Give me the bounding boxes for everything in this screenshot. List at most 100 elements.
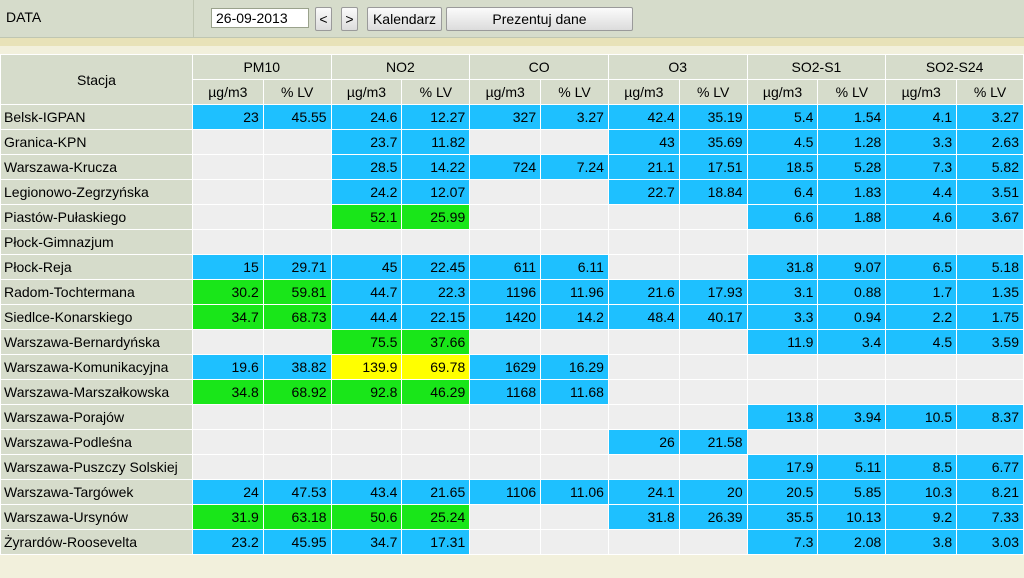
measurement-cell: 25.24 [401,504,471,530]
next-day-button[interactable]: > [341,7,358,31]
measurement-cell: 21.65 [401,479,471,505]
measurement-cell: 13.8 [746,404,819,430]
measurement-cell: 1196 [469,279,542,305]
measurement-cell [262,429,332,455]
pollutant-header: O3 [607,54,748,80]
measurement-cell: 6.6 [746,204,819,230]
measurement-cell: 3.4 [817,329,887,355]
measurement-cell: 7.3 [885,154,958,180]
measurement-cell: 5.11 [817,454,887,480]
previous-day-button[interactable]: < [315,7,332,31]
date-label: DATA [6,9,42,25]
measurement-cell: 45.95 [262,529,332,555]
measurement-cell: 43.4 [330,479,403,505]
measurement-cell: 37.66 [401,329,471,355]
measurement-cell: 68.92 [262,379,332,405]
measurement-cell: 18.84 [678,179,748,205]
calendar-button[interactable]: Kalendarz [367,7,442,31]
measurement-cell: 63.18 [262,504,332,530]
measurement-cell: 28.5 [330,154,403,180]
measurement-cell [191,154,264,180]
measurement-cell: 24.2 [330,179,403,205]
measurement-cell: 9.07 [817,254,887,280]
unit-header: % LV [540,79,609,105]
measurement-cell [540,529,609,555]
measurement-cell: 0.88 [817,279,887,305]
measurement-cell [540,129,609,155]
measurement-cell: 44.7 [330,279,403,305]
station-name: Warszawa-Ursynów [0,504,193,530]
measurement-cell: 611 [469,254,542,280]
measurement-cell: 14.22 [401,154,471,180]
measurement-cell [678,254,748,280]
measurement-cell: 11.68 [540,379,609,405]
measurement-cell: 11.06 [540,479,609,505]
measurement-cell [540,329,609,355]
measurement-cell: 10.5 [885,404,958,430]
station-name: Legionowo-Zegrzyńska [0,179,193,205]
measurement-cell [540,229,609,255]
measurement-cell [678,354,748,380]
measurement-cell: 45.55 [262,104,332,130]
measurement-cell: 3.8 [885,529,958,555]
measurement-cell [469,454,542,480]
measurement-cell [262,404,332,430]
measurement-cell: 26 [607,429,680,455]
measurement-cell: 1.28 [817,129,887,155]
measurement-cell: 5.4 [746,104,819,130]
station-name: Radom-Tochtermana [0,279,193,305]
measurement-cell: 20.5 [746,479,819,505]
measurement-cell [469,504,542,530]
measurement-cell [885,354,958,380]
table-row: Warszawa-Podleśna 26 21.58 [0,429,1024,455]
measurement-cell [607,454,680,480]
measurement-cell: 2.63 [956,129,1024,155]
measurement-cell [607,354,680,380]
measurement-cell [469,204,542,230]
measurement-cell [262,454,332,480]
measurement-cell [746,229,819,255]
measurement-cell [262,329,332,355]
measurement-cell: 4.1 [885,104,958,130]
measurement-cell [678,404,748,430]
measurement-cell: 34.7 [330,529,403,555]
measurement-cell: 17.93 [678,279,748,305]
measurement-cell [678,229,748,255]
station-name: Warszawa-Porajów [0,404,193,430]
unit-header: µg/m3 [746,79,819,105]
station-name: Warszawa-Krucza [0,154,193,180]
measurement-cell: 1.7 [885,279,958,305]
measurement-cell: 327 [469,104,542,130]
table-row: Siedlce-Konarskiego 34.7 68.73 44.4 22.15 142… [0,304,1024,330]
table-row: Belsk-IGPAN 23 45.55 24.6 12.27 327 3.27 42.4 35… [0,104,1024,130]
pollutant-header: SO2-S1 [746,54,887,80]
present-data-button[interactable]: Prezentuj dane [446,7,633,31]
measurement-cell [191,329,264,355]
measurement-cell: 6.77 [956,454,1024,480]
measurement-cell: 24.6 [330,104,403,130]
date-input[interactable] [211,8,309,28]
unit-header: µg/m3 [330,79,403,105]
measurement-cell: 6.4 [746,179,819,205]
unit-header: µg/m3 [469,79,542,105]
table-row: Granica-KPN 23.7 11.82 43 35.69 4.5 1.28 3.3 2.6… [0,129,1024,155]
table-row: Warszawa-Targówek 24 47.53 43.4 21.65 1106 11.… [0,479,1024,505]
measurement-cell [607,229,680,255]
measurement-cell [330,429,403,455]
measurement-cell: 48.4 [607,304,680,330]
measurement-cell [469,404,542,430]
measurement-cell [401,454,471,480]
station-name: Siedlce-Konarskiego [0,304,193,330]
measurement-cell: 35.19 [678,104,748,130]
station-column-header: Stacja [0,54,193,105]
measurement-cell: 16.29 [540,354,609,380]
measurement-cell: 1.75 [956,304,1024,330]
measurement-cell [469,229,542,255]
measurement-cell [262,179,332,205]
measurement-cell [746,429,819,455]
measurement-cell [191,179,264,205]
unit-header: % LV [678,79,748,105]
measurement-cell [678,529,748,555]
measurement-cell: 42.4 [607,104,680,130]
measurement-cell: 3.94 [817,404,887,430]
